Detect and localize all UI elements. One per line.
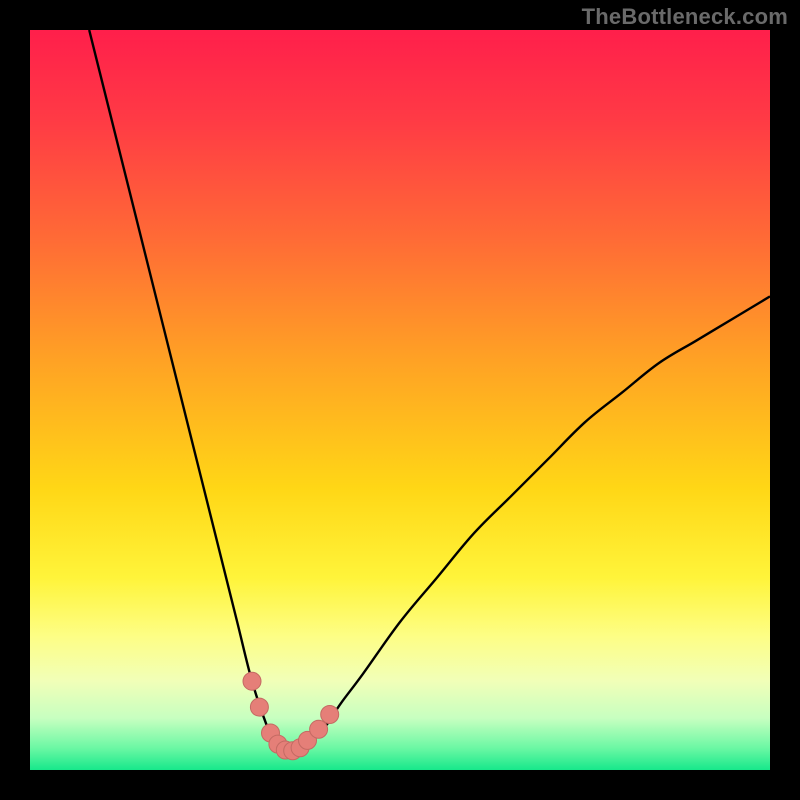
chart-frame: TheBottleneck.com xyxy=(0,0,800,800)
curve-marker xyxy=(310,720,328,738)
curve-marker xyxy=(243,672,261,690)
watermark-text: TheBottleneck.com xyxy=(582,4,788,30)
bottleneck-curve xyxy=(30,30,770,770)
curve-marker xyxy=(250,698,268,716)
plot-area xyxy=(30,30,770,770)
curve-marker xyxy=(321,706,339,724)
